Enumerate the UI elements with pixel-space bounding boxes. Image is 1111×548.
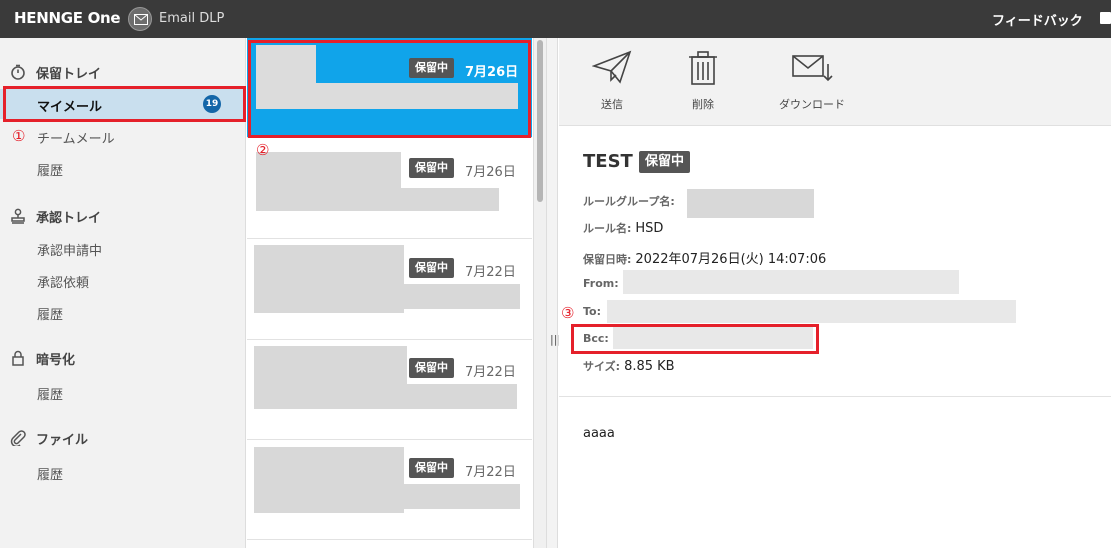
field-label: 保留日時: bbox=[583, 253, 632, 266]
paper-plane-icon bbox=[592, 50, 632, 84]
list-item[interactable]: 保留中 7月22日 bbox=[247, 440, 532, 540]
redacted-block bbox=[254, 346, 407, 409]
send-button[interactable]: 送信 bbox=[572, 50, 652, 120]
sidebar-item-approval-request[interactable]: 承認申請中 bbox=[0, 233, 246, 263]
field-label: From: bbox=[583, 277, 619, 290]
sidebar-item-history[interactable]: 履歴 bbox=[0, 457, 246, 487]
list-item[interactable]: 保留中 7月26日 bbox=[247, 139, 532, 239]
redacted-block bbox=[407, 384, 517, 409]
feedback-icon[interactable] bbox=[1100, 12, 1111, 24]
sidebar-item-history[interactable]: 履歴 bbox=[0, 153, 246, 183]
delete-label: 削除 bbox=[692, 98, 714, 111]
mail-download-icon bbox=[792, 55, 833, 82]
sidebar-item-label: チームメール bbox=[37, 132, 115, 147]
field-label: サイズ: bbox=[583, 360, 621, 373]
field-from: From: bbox=[583, 276, 619, 291]
lock-icon bbox=[12, 350, 24, 366]
grip-icon[interactable]: ||| bbox=[550, 334, 561, 346]
field-to: To: bbox=[583, 304, 601, 319]
field-rule-group: ルールグループ名: bbox=[583, 193, 675, 209]
pane-splitter[interactable] bbox=[546, 38, 558, 548]
mail-date: 7月22日 bbox=[465, 265, 516, 280]
status-badge: 保留中 bbox=[409, 458, 454, 478]
field-rule-name: ルール名: HSD bbox=[583, 220, 663, 236]
status-badge: 保留中 bbox=[409, 358, 454, 378]
section-label: ファイル bbox=[36, 433, 89, 448]
field-label: ルール名: bbox=[583, 222, 632, 235]
list-item[interactable]: 保留中 7月22日 bbox=[247, 340, 532, 440]
redacted-block bbox=[256, 152, 401, 190]
sidebar-item-label: 承認依頼 bbox=[37, 276, 90, 291]
product-name: Email DLP bbox=[159, 11, 225, 26]
sidebar-item-label: 承認申請中 bbox=[37, 244, 103, 259]
sidebar-item-label: 履歴 bbox=[37, 388, 64, 403]
redacted-block bbox=[404, 484, 520, 509]
brand-logo[interactable]: HENNGE One bbox=[14, 9, 121, 27]
redacted-block bbox=[687, 189, 814, 218]
sidebar-item-history[interactable]: 履歴 bbox=[0, 297, 246, 327]
field-hold-date: 保留日時: 2022年07月26日(火) 14:07:06 bbox=[583, 248, 826, 267]
redacted-block bbox=[254, 245, 404, 313]
sidebar-item-history[interactable]: 履歴 bbox=[0, 377, 246, 407]
status-badge: 保留中 bbox=[409, 258, 454, 278]
paperclip-icon bbox=[10, 430, 26, 446]
field-value: 2022年07月26日(火) 14:07:06 bbox=[635, 252, 827, 267]
divider bbox=[559, 396, 1111, 397]
section-label: 承認トレイ bbox=[36, 211, 102, 226]
mail-detail: 送信 削除 ダウンロード TEST 保留中 ルールグループ名: ルール名: HSD… bbox=[559, 38, 1111, 548]
send-label: 送信 bbox=[601, 98, 623, 111]
top-bar: HENNGE One Email DLP フィードバック bbox=[0, 0, 1111, 38]
status-badge: 保留中 bbox=[639, 151, 691, 173]
mail-subject: TEST bbox=[583, 151, 633, 172]
redacted-block bbox=[623, 270, 959, 294]
redacted-block bbox=[404, 284, 520, 309]
sidebar-item-label: 履歴 bbox=[37, 468, 64, 483]
section-label: 保留トレイ bbox=[36, 67, 102, 82]
field-value: HSD bbox=[635, 221, 664, 236]
highlight-box-my-mail bbox=[3, 86, 246, 122]
field-label: To: bbox=[583, 305, 601, 318]
annotation-3: ③ bbox=[561, 304, 575, 322]
sidebar-item-team-mail[interactable]: チームメール bbox=[0, 121, 246, 151]
email-icon bbox=[128, 7, 152, 31]
annotation-1: ① bbox=[12, 127, 26, 145]
scrollbar-thumb[interactable] bbox=[537, 40, 543, 202]
field-size: サイズ: 8.85 KB bbox=[583, 358, 675, 374]
sidebar-item-label: 履歴 bbox=[37, 164, 64, 179]
mail-body: aaaa bbox=[583, 426, 615, 441]
stamp-icon bbox=[11, 208, 25, 224]
redacted-block bbox=[256, 188, 499, 211]
redacted-block bbox=[254, 447, 404, 513]
download-label: ダウンロード bbox=[779, 98, 845, 111]
trash-icon bbox=[689, 51, 717, 85]
list-item[interactable]: 保留中 7月22日 bbox=[247, 240, 532, 340]
highlight-box-selected-mail bbox=[248, 40, 531, 138]
section-label: 暗号化 bbox=[36, 353, 76, 368]
redacted-block bbox=[607, 300, 1016, 323]
highlight-box-bcc bbox=[571, 324, 819, 354]
toolbar: 送信 削除 ダウンロード bbox=[559, 38, 1111, 126]
annotation-2: ② bbox=[256, 141, 270, 159]
mail-date: 7月26日 bbox=[465, 165, 516, 180]
sidebar-item-approval-ask[interactable]: 承認依頼 bbox=[0, 265, 246, 295]
status-badge: 保留中 bbox=[409, 158, 454, 178]
feedback-link[interactable]: フィードバック bbox=[992, 10, 1083, 29]
mail-date: 7月22日 bbox=[465, 465, 516, 480]
mail-date: 7月22日 bbox=[465, 365, 516, 380]
download-button[interactable]: ダウンロード bbox=[772, 50, 852, 120]
sidebar-item-label: 履歴 bbox=[37, 308, 64, 323]
stopwatch-icon bbox=[11, 64, 25, 80]
delete-button[interactable]: 削除 bbox=[663, 50, 743, 120]
field-value: 8.85 KB bbox=[624, 359, 675, 374]
field-label: ルールグループ名: bbox=[583, 195, 675, 208]
